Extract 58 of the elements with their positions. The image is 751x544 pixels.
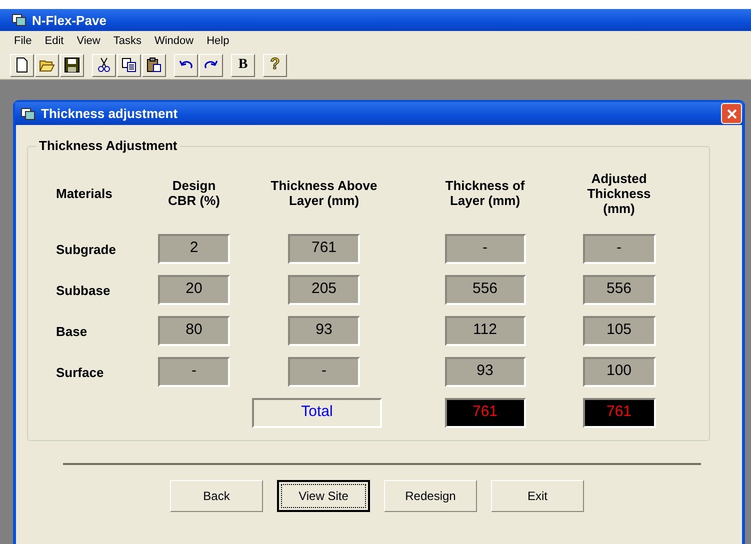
- menu-item[interactable]: Window: [148, 35, 201, 47]
- value-field: 556: [444, 275, 526, 305]
- menu-item[interactable]: Tasks: [107, 35, 148, 47]
- close-icon: [726, 108, 736, 118]
- toolbar-button[interactable]: [60, 54, 84, 76]
- dialog-button[interactable]: View Site: [277, 480, 370, 512]
- toolbar-button[interactable]: [199, 54, 223, 76]
- dialog-title: Thickness adjustment: [41, 106, 178, 121]
- copy-icon: [121, 57, 137, 73]
- group-title: Thickness Adjustment: [36, 138, 180, 153]
- column-header: Materials: [56, 186, 112, 200]
- toolbar-button[interactable]: [174, 54, 198, 76]
- value-field: -: [582, 234, 656, 264]
- total-value: 761: [444, 398, 526, 428]
- window-icon: [21, 108, 35, 120]
- value-field: 556: [582, 275, 656, 305]
- value-field: -: [444, 234, 526, 264]
- clipboard-icon: [146, 57, 162, 73]
- value-field: 112: [444, 316, 526, 346]
- material-label: Base: [56, 324, 88, 338]
- menu-item[interactable]: View: [70, 35, 108, 47]
- value-field: -: [288, 357, 360, 387]
- dialog-button[interactable]: Redesign: [384, 480, 477, 512]
- close-button[interactable]: [721, 103, 742, 124]
- value-field: 205: [288, 275, 360, 305]
- window-icon: [12, 14, 26, 26]
- value-field: 761: [288, 234, 360, 264]
- window-title: N-Flex-Pave: [32, 12, 106, 28]
- total-label: Total: [252, 398, 382, 428]
- column-header: Thickness Above Layer (mm): [270, 178, 378, 208]
- menu-item[interactable]: Help: [200, 35, 236, 47]
- toolbar-button[interactable]: [117, 54, 141, 76]
- column-header: Thickness of Layer (mm): [445, 178, 525, 208]
- value-field: 20: [158, 275, 230, 305]
- menu-item[interactable]: File: [8, 35, 39, 47]
- dialog-button[interactable]: Exit: [491, 480, 584, 512]
- value-field: 93: [288, 316, 360, 346]
- new-file-icon: [14, 57, 30, 73]
- dialog-button[interactable]: Back: [170, 480, 263, 512]
- column-header: Adjusted Thickness (mm): [587, 170, 651, 216]
- value-field: -: [158, 357, 230, 387]
- value-field: 80: [158, 316, 230, 346]
- toolbar-button[interactable]: [35, 54, 59, 76]
- total-value: 761: [582, 398, 656, 428]
- column-header: Design CBR (%): [168, 178, 220, 208]
- material-label: Subgrade: [56, 242, 116, 256]
- toolbar-button[interactable]: [10, 54, 34, 76]
- bold-button[interactable]: B: [231, 54, 255, 76]
- value-field: 100: [582, 357, 656, 387]
- material-label: Subbase: [56, 282, 110, 298]
- menu-item[interactable]: Edit: [38, 35, 71, 47]
- material-label: Surface: [56, 364, 104, 380]
- toolbar-button[interactable]: [142, 54, 166, 76]
- value-field: 2: [158, 234, 230, 264]
- value-field: 93: [444, 357, 526, 387]
- scissors-icon: [96, 57, 112, 73]
- value-field: 105: [582, 316, 656, 346]
- toolbar-button[interactable]: [92, 54, 116, 76]
